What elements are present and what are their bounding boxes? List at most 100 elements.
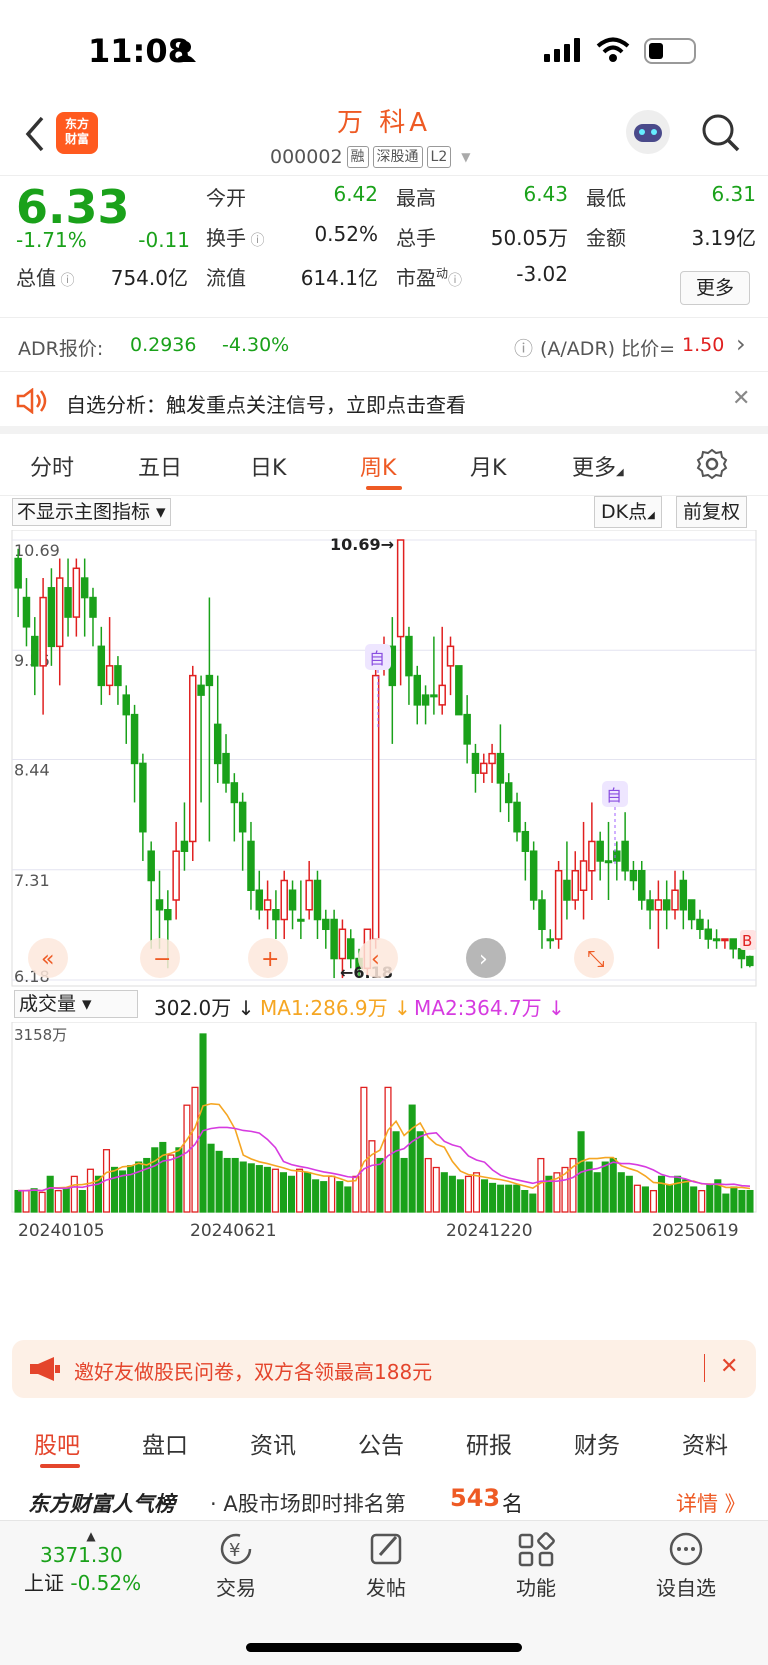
adr-price: 0.2936 bbox=[130, 334, 197, 356]
tab-profile[interactable]: 资料 bbox=[682, 1426, 728, 1460]
candle-body bbox=[513, 801, 521, 833]
candle-body bbox=[654, 899, 663, 911]
candle-body bbox=[554, 869, 563, 940]
rank-number: 543 bbox=[450, 1484, 501, 1512]
y-tick-label: 7.31 bbox=[14, 871, 50, 890]
dock-add-watchlist[interactable]: 设自选 bbox=[626, 1531, 746, 1601]
dock-functions[interactable]: 功能 bbox=[476, 1531, 596, 1601]
candle-body bbox=[197, 684, 205, 696]
volume-bar bbox=[279, 1172, 288, 1213]
tab-more[interactable]: 更多◢ bbox=[572, 450, 624, 482]
volume-bar bbox=[448, 1175, 456, 1213]
change-amount: -0.11 bbox=[138, 228, 190, 252]
notice-text: 自选分析：触发重点关注信号，立即点击查看 bbox=[66, 393, 466, 417]
volume-bar bbox=[698, 1189, 706, 1213]
volume-bar bbox=[30, 1188, 38, 1213]
low-value: 6.31 bbox=[711, 182, 756, 206]
banner-close-icon[interactable]: ✕ bbox=[720, 1354, 738, 1379]
tab-research[interactable]: 研报 bbox=[466, 1426, 512, 1460]
open-value: 6.42 bbox=[333, 182, 378, 206]
candle-body bbox=[588, 840, 596, 872]
dock-post[interactable]: 发帖 bbox=[326, 1531, 446, 1601]
index-widget[interactable]: ▲ 3371.30 上证 -0.52% bbox=[16, 1529, 166, 1596]
volume-bar bbox=[641, 1186, 649, 1213]
volume-bar bbox=[464, 1175, 473, 1213]
help-icon[interactable]: ⓘ bbox=[514, 334, 533, 361]
tab-news[interactable]: 资讯 bbox=[250, 1426, 296, 1460]
tab-announcements[interactable]: 公告 bbox=[358, 1426, 404, 1460]
volume-bar bbox=[320, 1181, 328, 1213]
ma1-value: MA1:286.9万 ↓ bbox=[260, 996, 411, 1020]
pe-value: -3.02 bbox=[516, 262, 568, 286]
volume-bar bbox=[730, 1186, 738, 1213]
volume-bar bbox=[271, 1168, 279, 1213]
volume-bar bbox=[505, 1184, 513, 1213]
candle-body bbox=[80, 577, 89, 599]
candle-body bbox=[546, 938, 555, 942]
main-indicator-select[interactable]: 不显示主图指标 ▾ bbox=[12, 498, 171, 526]
candle-body bbox=[305, 879, 313, 911]
close-icon[interactable]: ✕ bbox=[732, 386, 750, 411]
survey-banner[interactable]: 邀好友做股民问卷，双方各领最高188元 ✕ bbox=[12, 1340, 756, 1398]
volume-bar bbox=[328, 1175, 336, 1213]
candle-body bbox=[430, 694, 438, 698]
stock-header: 东方 财富 万 科A 000002 融 深股通 L2 ▼ bbox=[0, 96, 768, 176]
volume-bar bbox=[151, 1147, 159, 1213]
candle-body bbox=[164, 909, 172, 921]
candle-body bbox=[529, 850, 538, 901]
candle-body bbox=[563, 879, 571, 901]
candle-body bbox=[438, 684, 446, 706]
pe-label: 市盈动ⓘ bbox=[396, 266, 463, 290]
popularity-rank[interactable]: 东方财富人气榜 · A股市场即时排名第 543 名 详情 》 bbox=[0, 1480, 768, 1520]
tab-orderbook[interactable]: 盘口 bbox=[142, 1426, 188, 1460]
candle-body bbox=[288, 889, 297, 911]
candle-body bbox=[39, 596, 47, 667]
volume-bar bbox=[360, 1086, 368, 1213]
high-value: 6.43 bbox=[523, 182, 568, 206]
candle-body bbox=[396, 539, 405, 638]
signal-marker-label: 自 bbox=[369, 649, 385, 668]
rank-detail-link[interactable]: 详情 》 bbox=[676, 1488, 746, 1518]
tab-daily-k[interactable]: 日K bbox=[250, 450, 286, 482]
candle-body bbox=[662, 899, 671, 911]
banner-text: 邀好友做股民问卷，双方各领最高188元 bbox=[74, 1360, 433, 1384]
candle-body bbox=[721, 938, 729, 942]
tab-weekly-k[interactable]: 周K bbox=[360, 450, 396, 482]
volume-bar bbox=[593, 1172, 601, 1213]
rank-text: · A股市场即时排名第 bbox=[210, 1492, 406, 1516]
candle-body bbox=[213, 723, 222, 765]
volume-bar bbox=[480, 1179, 489, 1213]
signal-icon bbox=[544, 38, 580, 62]
quote-panel: 6.33 -1.71% -0.11 总值 ⓘ 754.0亿 今开 6.42 换手… bbox=[0, 176, 768, 318]
code-dropdown-icon[interactable]: ▼ bbox=[461, 150, 470, 164]
tag-l2: L2 bbox=[426, 146, 452, 168]
tab-financials[interactable]: 财务 bbox=[574, 1426, 620, 1460]
more-button[interactable]: 更多 bbox=[680, 271, 750, 305]
tab-intraday[interactable]: 分时 bbox=[30, 450, 74, 482]
analysis-notice[interactable]: 自选分析：触发重点关注信号，立即点击查看 ✕ bbox=[0, 372, 768, 434]
tab-monthly-k[interactable]: 月K bbox=[470, 450, 506, 482]
adjust-button[interactable]: 前复权 bbox=[676, 496, 748, 528]
dk-point-button[interactable]: DK点◢ bbox=[594, 496, 662, 528]
volume-bar bbox=[617, 1172, 625, 1213]
candle-body bbox=[596, 840, 604, 862]
candle-body bbox=[712, 938, 721, 942]
robot-assistant-icon[interactable] bbox=[626, 110, 670, 154]
tab-five-day[interactable]: 五日 bbox=[138, 450, 182, 482]
volume-indicator-select[interactable]: 成交量 ▾ bbox=[14, 990, 138, 1018]
candle-body bbox=[230, 782, 239, 804]
volume-chart[interactable]: 3158万 20240105 20240621 20241220 20250619 bbox=[0, 1022, 768, 1258]
tab-forum[interactable]: 股吧 bbox=[34, 1426, 80, 1460]
adr-row[interactable]: ADR报价: 0.2936 -4.30% ⓘ (A/ADR) 比价= 1.50 … bbox=[0, 318, 768, 372]
volume-bar bbox=[167, 1154, 175, 1213]
buy-marker-label: B bbox=[742, 932, 752, 950]
dock-trade[interactable]: ¥ 交易 bbox=[176, 1531, 296, 1601]
candle-body bbox=[463, 713, 471, 745]
search-icon[interactable] bbox=[700, 112, 742, 154]
date-label: 20240621 bbox=[190, 1221, 277, 1241]
volume-bar bbox=[440, 1172, 448, 1213]
open-label: 今开 bbox=[206, 186, 246, 210]
candle-body bbox=[238, 801, 247, 833]
gear-icon[interactable] bbox=[696, 448, 728, 480]
candlestick-chart[interactable]: 10.699.568.447.316.1810.69→←6.18自自B«−+‹›… bbox=[0, 530, 768, 1026]
